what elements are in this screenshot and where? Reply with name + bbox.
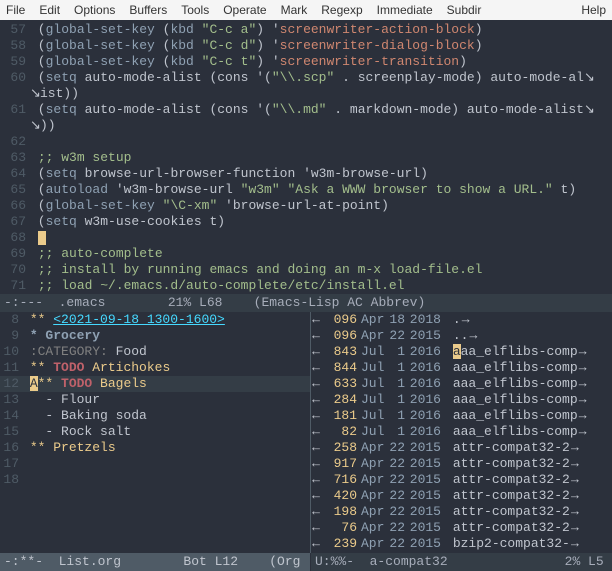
menu-immediate[interactable]: Immediate [377,3,433,17]
dired-row[interactable]: ←096Apr182018 .→ [311,312,612,328]
dired-row[interactable]: ←258Apr222015 attr-compat32-2→ [311,440,612,456]
dired-row[interactable]: ←096Apr222015 ..→ [311,328,612,344]
cursor [38,231,46,245]
menu-buffers[interactable]: Buffers [129,3,167,17]
dired-row[interactable]: ← 76Apr222015 attr-compat32-2→ [311,520,612,536]
modeline-emacs: -:--- .emacs 21% L68 (Emacs-Lisp AC Abbr… [0,294,612,312]
menu-operate[interactable]: Operate [223,3,266,17]
menu-bar: File Edit Options Buffers Tools Operate … [0,0,612,20]
menu-options[interactable]: Options [74,3,115,17]
dired-row[interactable]: ←844Jul12016 aaa_elflibs-comp→ [311,360,612,376]
dired-row[interactable]: ← 82Jul12016 aaa_elflibs-comp→ [311,424,612,440]
menu-tools[interactable]: Tools [181,3,209,17]
dired-row[interactable]: ←181Jul12016 aaa_elflibs-comp→ [311,408,612,424]
menu-help[interactable]: Help [581,3,606,17]
menu-file[interactable]: File [6,3,25,17]
org-buffer[interactable]: 8 ** <2021-09-18 1300-1600>9 * Grocery10… [0,312,310,553]
dired-buffer[interactable]: ←096Apr182018 .→←096Apr222015 ..→←843Jul… [310,312,612,553]
menu-edit[interactable]: Edit [39,3,60,17]
dired-row[interactable]: ←917Apr222015 attr-compat32-2→ [311,456,612,472]
dired-row[interactable]: ←716Apr222015 attr-compat32-2→ [311,472,612,488]
dired-row[interactable]: ←198Apr222015 attr-compat32-2→ [311,504,612,520]
menu-subdir[interactable]: Subdir [447,3,482,17]
dired-row[interactable]: ←843Jul12016 aaa_elflibs-comp→ [311,344,612,360]
dired-row[interactable]: ←284Jul12016 aaa_elflibs-comp→ [311,392,612,408]
dired-row[interactable]: ←420Apr222015 attr-compat32-2→ [311,488,612,504]
modeline-org: -:**- List.org Bot L12 (Org [0,553,310,571]
menu-regexp[interactable]: Regexp [321,3,362,17]
modeline-dired: U:%%- a-compat32 2% L5 [310,553,612,571]
dired-row[interactable]: ←633Jul12016 aaa_elflibs-comp→ [311,376,612,392]
menu-mark[interactable]: Mark [281,3,308,17]
dired-row[interactable]: ←239Apr222015 bzip2-compat32-→ [311,536,612,552]
emacs-lisp-buffer[interactable]: 57 (global-set-key (kbd "C-c a") 'screen… [0,20,612,294]
